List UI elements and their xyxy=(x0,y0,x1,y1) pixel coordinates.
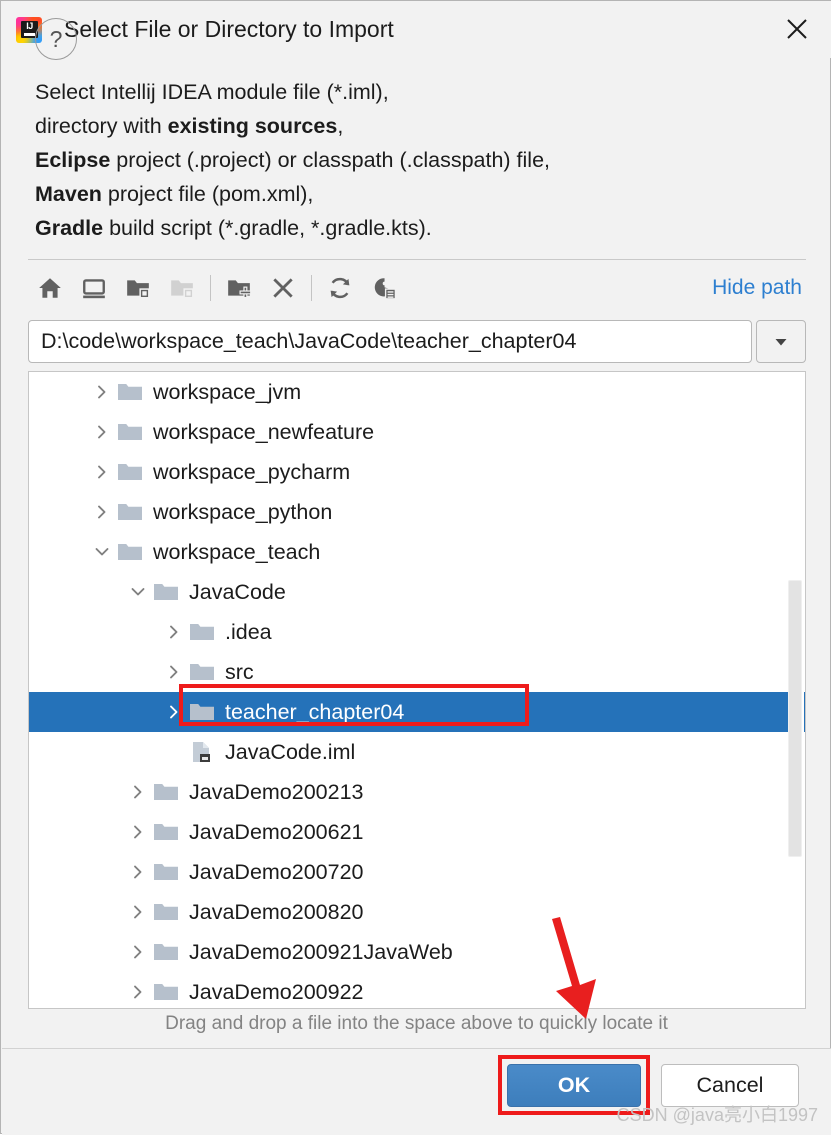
tree-row[interactable]: workspace_teach xyxy=(29,532,805,572)
folder-icon xyxy=(153,581,185,603)
tree-row-label: src xyxy=(225,659,254,684)
tree-row-selected[interactable]: teacher_chapter04 xyxy=(29,692,805,732)
tree-row[interactable]: JavaDemo200720 xyxy=(29,852,805,892)
tree-row[interactable]: JavaDemo200922 xyxy=(29,972,805,1008)
desktop-icon[interactable] xyxy=(72,266,116,310)
chevron-right-icon[interactable] xyxy=(159,703,189,721)
iml-file-icon xyxy=(189,740,221,764)
tree-row-label: JavaDemo200720 xyxy=(189,859,364,884)
chevron-right-icon[interactable] xyxy=(123,903,153,921)
description-line: Maven project file (pom.xml), xyxy=(35,182,314,206)
drag-drop-hint: Drag and drop a file into the space abov… xyxy=(165,1013,668,1034)
tree-row[interactable]: JavaDemo200213 xyxy=(29,772,805,812)
chevron-right-icon[interactable] xyxy=(87,463,117,481)
folder-icon xyxy=(189,661,221,683)
folder-icon xyxy=(117,381,149,403)
tree-row[interactable]: workspace_pycharm xyxy=(29,452,805,492)
chevron-right-icon[interactable] xyxy=(87,383,117,401)
chevron-right-icon[interactable] xyxy=(87,423,117,441)
folder-icon xyxy=(189,621,221,643)
project-folder-icon[interactable] xyxy=(116,266,160,310)
description-line: Select Intellij IDEA module file (*.iml)… xyxy=(35,80,389,104)
folder-icon xyxy=(153,981,185,1003)
tree-row-label: JavaDemo200213 xyxy=(189,779,364,804)
import-file-dialog: IJ Select File or Directory to Import Se… xyxy=(0,0,831,1135)
chevron-right-icon[interactable] xyxy=(123,863,153,881)
toolbar-divider xyxy=(210,275,211,301)
tree-row-label: JavaCode xyxy=(189,579,286,604)
chevron-down-icon xyxy=(775,338,787,345)
tree-row[interactable]: workspace_python xyxy=(29,492,805,532)
path-row: D:\code\workspace_teach\JavaCode\teacher… xyxy=(28,320,806,363)
dialog-description: Select Intellij IDEA module file (*.iml)… xyxy=(1,61,831,245)
module-folder-icon xyxy=(160,266,204,310)
path-input[interactable]: D:\code\workspace_teach\JavaCode\teacher… xyxy=(28,320,752,363)
hide-path-link[interactable]: Hide path xyxy=(712,276,806,300)
tree-row-label: JavaDemo200621 xyxy=(189,819,364,844)
tree-row-label: workspace_python xyxy=(153,499,333,524)
chevron-right-icon[interactable] xyxy=(123,783,153,801)
tree-row-label: workspace_pycharm xyxy=(153,459,351,484)
folder-icon xyxy=(189,701,221,723)
home-icon[interactable] xyxy=(28,266,72,310)
tree-row[interactable]: src xyxy=(29,652,805,692)
watermark: CSDN @java亮小白1997 xyxy=(616,1105,818,1125)
tree-row-label: JavaDemo200921JavaWeb xyxy=(189,939,453,964)
tree-row-label: JavaDemo200820 xyxy=(189,899,364,924)
tree-row-label: teacher_chapter04 xyxy=(225,699,405,724)
folder-icon xyxy=(153,861,185,883)
refresh-icon[interactable] xyxy=(318,266,362,310)
chevron-right-icon[interactable] xyxy=(159,663,189,681)
chevron-down-icon[interactable] xyxy=(123,583,153,601)
folder-icon xyxy=(153,781,185,803)
path-history-dropdown-button[interactable] xyxy=(756,320,806,363)
tree-row[interactable]: workspace_jvm xyxy=(29,372,805,412)
new-folder-icon[interactable] xyxy=(217,266,261,310)
folder-icon xyxy=(153,941,185,963)
tree-row[interactable]: JavaDemo200921JavaWeb xyxy=(29,932,805,972)
tree-row-label: workspace_newfeature xyxy=(153,419,375,444)
tree-row[interactable]: JavaDemo200621 xyxy=(29,812,805,852)
tree-row-label: workspace_teach xyxy=(153,539,321,564)
folder-icon xyxy=(117,501,149,523)
tree-row[interactable]: workspace_newfeature xyxy=(29,412,805,452)
toolbar-separator-line xyxy=(28,259,806,260)
tree-row[interactable]: JavaCode xyxy=(29,572,805,612)
show-hidden-files-icon[interactable] xyxy=(362,266,406,310)
dialog-title: Select File or Directory to Import xyxy=(64,16,394,42)
tree-scrollbar-track[interactable] xyxy=(788,373,804,1008)
chevron-right-icon[interactable] xyxy=(123,983,153,1001)
folder-icon xyxy=(117,461,149,483)
tree-row[interactable]: JavaDemo200820 xyxy=(29,892,805,932)
tree-row-label: JavaCode.iml xyxy=(225,739,356,764)
folder-icon xyxy=(117,541,149,563)
close-icon[interactable] xyxy=(774,7,820,51)
toolbar-divider xyxy=(311,275,312,301)
dialog-titlebar: IJ Select File or Directory to Import xyxy=(1,1,831,58)
tree-row-label: workspace_jvm xyxy=(153,379,302,404)
folder-icon xyxy=(117,421,149,443)
description-line: Gradle build script (*.gradle, *.gradle.… xyxy=(35,216,432,240)
help-button[interactable]: ? xyxy=(35,18,77,60)
chevron-right-icon[interactable] xyxy=(87,503,117,521)
chevron-right-icon[interactable] xyxy=(123,943,153,961)
tree-row-label: .idea xyxy=(225,619,272,644)
description-line: Eclipse project (.project) or classpath … xyxy=(35,148,551,172)
chevron-down-icon[interactable] xyxy=(87,543,117,561)
tree-scrollbar-thumb[interactable] xyxy=(788,580,802,857)
tree-row[interactable]: .idea xyxy=(29,612,805,652)
delete-icon[interactable] xyxy=(261,266,305,310)
file-chooser-toolbar: Hide path xyxy=(28,264,806,312)
folder-icon xyxy=(153,821,185,843)
file-tree[interactable]: workspace_jvm workspace_newfeatureworkspa… xyxy=(28,371,806,1009)
folder-icon xyxy=(153,901,185,923)
tree-row-label: JavaDemo200922 xyxy=(189,979,364,1004)
description-line: directory with existing sources, xyxy=(35,114,344,138)
chevron-right-icon[interactable] xyxy=(159,623,189,641)
chevron-right-icon[interactable] xyxy=(123,823,153,841)
tree-row[interactable]: JavaCode.iml xyxy=(29,732,805,772)
